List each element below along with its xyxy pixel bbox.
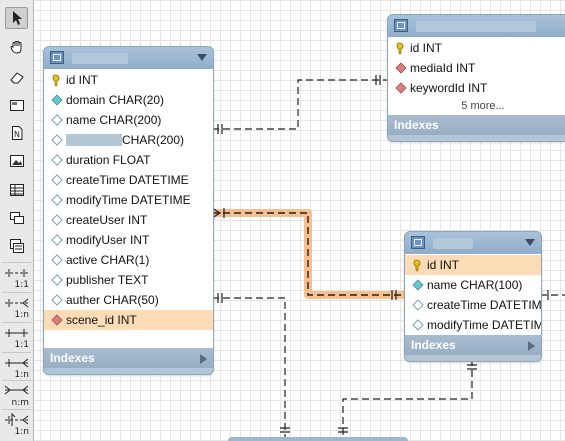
more-columns-link[interactable]: 5 more... bbox=[388, 98, 565, 115]
column-label: name CHAR(200) bbox=[66, 113, 162, 127]
fk-diamond-icon bbox=[394, 61, 408, 75]
column-label: CHAR(200) bbox=[122, 133, 185, 147]
column-row[interactable]: modifyTime DATETIME bbox=[44, 190, 213, 210]
column-row-highlighted[interactable]: id INT bbox=[405, 255, 541, 275]
table-top-right[interactable]: id INT mediaId INT keywordId INT 5 more.… bbox=[387, 14, 565, 142]
diamond-icon bbox=[50, 153, 64, 167]
column-label: scene_id INT bbox=[66, 313, 137, 327]
column-row[interactable]: name CHAR(100) bbox=[405, 275, 541, 295]
relationship-line[interactable] bbox=[212, 79, 387, 130]
column-row[interactable]: duration FLOAT bbox=[44, 150, 213, 170]
column-list: id INT domain CHAR(20) name CHAR(200) CH… bbox=[44, 69, 213, 348]
table-bottom-edge bbox=[388, 135, 565, 141]
key-icon bbox=[50, 73, 64, 87]
column-row[interactable]: domain CHAR(20) bbox=[44, 90, 213, 110]
diamond-icon bbox=[50, 253, 64, 267]
table-left[interactable]: id INT domain CHAR(20) name CHAR(200) CH… bbox=[43, 46, 214, 375]
column-label: modifyUser INT bbox=[66, 233, 150, 247]
key-icon bbox=[411, 258, 425, 272]
collapse-arrow-icon[interactable] bbox=[197, 54, 207, 61]
redacted-table-name bbox=[72, 53, 128, 64]
redacted-table-name bbox=[433, 238, 473, 249]
column-row[interactable]: auther CHAR(50) bbox=[44, 290, 213, 310]
column-label: id INT bbox=[410, 41, 443, 55]
column-label: id INT bbox=[66, 73, 99, 87]
column-label: modifyTime DATETIME bbox=[427, 318, 542, 332]
table-icon bbox=[394, 19, 408, 32]
table-bottom-edge bbox=[405, 355, 541, 361]
diamond-icon bbox=[50, 133, 64, 147]
column-list: id INT mediaId INT keywordId INT 5 more.… bbox=[388, 37, 565, 115]
fk-diamond-icon bbox=[50, 313, 64, 327]
diamond-icon bbox=[50, 113, 64, 127]
column-label: publisher TEXT bbox=[66, 273, 149, 287]
column-row[interactable]: createUser INT bbox=[44, 210, 213, 230]
column-row[interactable]: createTime DATETIME bbox=[44, 170, 213, 190]
column-row[interactable]: id INT bbox=[388, 38, 565, 58]
table-icon bbox=[411, 236, 425, 249]
column-label: keywordId INT bbox=[410, 81, 488, 95]
redacted-table-name bbox=[416, 21, 536, 32]
diamond-icon bbox=[50, 273, 64, 287]
column-label: modifyTime DATETIME bbox=[66, 193, 191, 207]
column-row[interactable]: active CHAR(1) bbox=[44, 250, 213, 270]
column-row-highlighted[interactable]: scene_id INT bbox=[44, 310, 213, 330]
fk-diamond-icon bbox=[394, 81, 408, 95]
column-label: mediaId INT bbox=[410, 61, 476, 75]
table-header[interactable] bbox=[44, 47, 213, 69]
bottom-table-header[interactable] bbox=[228, 437, 408, 441]
table-header[interactable] bbox=[405, 232, 541, 254]
indexes-label: Indexes bbox=[394, 118, 439, 132]
column-label: auther CHAR(50) bbox=[66, 293, 159, 307]
column-row[interactable]: mediaId INT bbox=[388, 58, 565, 78]
diamond-icon bbox=[50, 233, 64, 247]
column-label: id INT bbox=[427, 258, 460, 272]
indexes-label: Indexes bbox=[50, 351, 95, 365]
table-header[interactable] bbox=[388, 15, 565, 37]
indexes-section[interactable]: Indexes bbox=[388, 115, 565, 135]
key-icon bbox=[394, 41, 408, 55]
filled-diamond-icon bbox=[50, 93, 64, 107]
column-label: domain CHAR(20) bbox=[66, 93, 165, 107]
column-row[interactable]: keywordId INT bbox=[388, 78, 565, 98]
column-row[interactable]: publisher TEXT bbox=[44, 270, 213, 290]
column-label: createTime DATETIME bbox=[66, 173, 189, 187]
diamond-icon bbox=[411, 318, 425, 332]
one-marker bbox=[467, 364, 477, 370]
column-list: id INT name CHAR(100) createTime DATETIM… bbox=[405, 254, 541, 335]
one-marker bbox=[217, 124, 223, 134]
column-label: active CHAR(1) bbox=[66, 253, 150, 267]
column-label: createUser INT bbox=[66, 213, 148, 227]
table-bottom-edge bbox=[44, 368, 213, 374]
column-row[interactable]: id INT bbox=[44, 70, 213, 90]
column-label: createTime DATETIME bbox=[427, 298, 542, 312]
filled-diamond-icon bbox=[411, 278, 425, 292]
column-row[interactable]: createTime DATETIME bbox=[405, 295, 541, 315]
column-row[interactable]: name CHAR(200) bbox=[44, 110, 213, 130]
diamond-icon bbox=[50, 173, 64, 187]
relationship-line[interactable] bbox=[212, 297, 286, 441]
column-row[interactable]: CHAR(200) bbox=[44, 130, 213, 150]
table-middle-right[interactable]: id INT name CHAR(100) createTime DATETIM… bbox=[404, 231, 542, 362]
diamond-icon bbox=[50, 213, 64, 227]
indexes-section[interactable]: Indexes bbox=[405, 335, 541, 355]
column-label: duration FLOAT bbox=[66, 153, 151, 167]
indexes-section[interactable]: Indexes bbox=[44, 348, 213, 368]
expand-arrow-icon[interactable] bbox=[528, 341, 535, 351]
redacted-column-name bbox=[66, 134, 122, 146]
one-marker bbox=[217, 293, 223, 303]
diamond-icon bbox=[50, 293, 64, 307]
relationship-line[interactable] bbox=[342, 359, 473, 441]
collapse-arrow-icon[interactable] bbox=[525, 239, 535, 246]
diamond-icon bbox=[411, 298, 425, 312]
column-row[interactable]: modifyUser INT bbox=[44, 230, 213, 250]
column-label: name CHAR(100) bbox=[427, 278, 523, 292]
diamond-icon bbox=[50, 193, 64, 207]
indexes-label: Indexes bbox=[411, 338, 456, 352]
expand-arrow-icon[interactable] bbox=[200, 354, 207, 364]
column-row[interactable]: modifyTime DATETIME bbox=[405, 315, 541, 335]
table-icon bbox=[50, 51, 64, 64]
